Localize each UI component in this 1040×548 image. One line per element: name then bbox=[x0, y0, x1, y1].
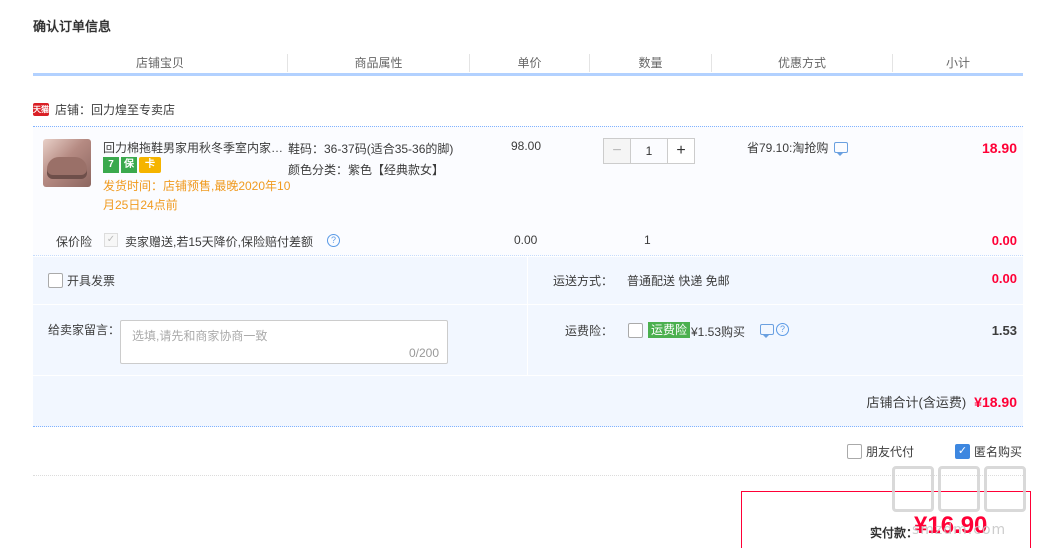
shop-name[interactable]: 店铺：回力煌至专卖店 bbox=[55, 101, 175, 118]
invoice-label: 开具发票 bbox=[67, 274, 116, 288]
help-icon[interactable]: ? bbox=[327, 234, 340, 247]
invoice-option[interactable]: 开具发票 bbox=[48, 272, 115, 289]
order-item-block: 回力棉拖鞋男家用秋冬季室内家… 7 保 卡 发货时间：店铺预售,最晚2020年1… bbox=[33, 126, 1023, 256]
promo-info: 省79.10:淘抢购 bbox=[747, 139, 849, 156]
freight-insurance-fee: 1.53 bbox=[991, 323, 1017, 338]
shop-total: 店铺合计(含运费) ¥18.90 bbox=[867, 392, 1018, 411]
order-extras-block: 开具发票 运送方式： 普通配送 快递 免邮 0.00 给卖家留言： 选填,请先和… bbox=[33, 257, 1023, 427]
ship-time-notice: 发货时间：店铺预售,最晚2020年10月25日24点前 bbox=[103, 179, 291, 212]
unit-price: 98.00 bbox=[511, 139, 542, 153]
watermark-text: smzdm.com bbox=[912, 522, 1007, 538]
insurance-desc: 卖家赠送,若15天降价,保险赔付差额 bbox=[125, 235, 314, 249]
insurance-price: 0.00 bbox=[514, 233, 538, 247]
quantity-plus-button[interactable]: + bbox=[667, 138, 695, 164]
freight-insurance-tag: 运费险 bbox=[648, 322, 691, 338]
seller-message-textarea[interactable]: 选填,请先和商家协商一致 0/200 bbox=[120, 320, 448, 364]
friend-pay-option[interactable]: 朋友代付 bbox=[847, 443, 914, 460]
message-placeholder: 选填,请先和商家协商一致 bbox=[132, 329, 268, 343]
payment-options: 朋友代付 ✓ 匿名购买 bbox=[33, 441, 1023, 476]
column-discount: 优惠方式 bbox=[712, 54, 893, 72]
promo-text: 省79.10:淘抢购 bbox=[747, 141, 829, 155]
shipping-label: 运送方式： bbox=[553, 274, 614, 288]
chat-icon[interactable] bbox=[834, 142, 849, 156]
page-title: 确认订单信息 bbox=[33, 19, 112, 34]
anonymous-label: 匿名购买 bbox=[974, 445, 1023, 459]
tmall-icon: 天猫 bbox=[33, 102, 49, 116]
quantity-minus-button[interactable]: − bbox=[603, 138, 631, 164]
shipping-fee: 0.00 bbox=[991, 271, 1017, 286]
product-attributes: 鞋码：36-37码(适合35-36的脚) 颜色分类：紫色【经典款女】 bbox=[288, 139, 453, 181]
insurance-checkbox[interactable]: ✓ bbox=[104, 233, 118, 247]
anonymous-purchase-option[interactable]: ✓ 匿名购买 bbox=[955, 443, 1022, 460]
product-name-link[interactable]: 回力棉拖鞋男家用秋冬季室内家… bbox=[103, 139, 285, 156]
product-thumbnail[interactable] bbox=[43, 139, 91, 187]
freight-insurance-price: ¥1.53购买 bbox=[691, 325, 746, 339]
insurance-label: 保价险 bbox=[56, 235, 93, 249]
message-label: 给卖家留言： bbox=[48, 323, 121, 337]
column-subtotal: 小计 bbox=[945, 56, 970, 70]
column-quantity: 数量 bbox=[590, 54, 712, 72]
insurance-row: 保价险 ✓ 卖家赠送,若15天降价,保险赔付差额 ? 0.00 1 0.00 bbox=[33, 233, 1023, 249]
message-char-count: 0/200 bbox=[408, 346, 439, 360]
column-unit-price: 单价 bbox=[470, 54, 590, 72]
freight-icons: ? bbox=[760, 323, 789, 338]
credit-card-icon[interactable]: 卡 bbox=[139, 157, 161, 173]
guarantee-icon[interactable]: 保 bbox=[121, 157, 137, 173]
product-badges: 7 保 卡 bbox=[103, 157, 161, 173]
quantity-input[interactable]: 1 bbox=[631, 138, 667, 164]
help-icon[interactable]: ? bbox=[776, 323, 789, 336]
watermark: smzdm.com bbox=[890, 466, 1030, 546]
shipping-method: 普通配送 快递 免邮 bbox=[627, 274, 730, 288]
seven-day-return-icon[interactable]: 7 bbox=[103, 157, 119, 173]
chat-icon[interactable] bbox=[760, 324, 774, 338]
quantity-stepper: − 1 + bbox=[603, 138, 695, 164]
friend-pay-label: 朋友代付 bbox=[866, 445, 915, 459]
friend-pay-checkbox[interactable] bbox=[847, 444, 862, 459]
shop-total-amount: ¥18.90 bbox=[974, 393, 1017, 410]
column-header: 店铺宝贝 商品属性 单价 数量 优惠方式 小计 bbox=[33, 54, 1023, 76]
shop-line: 天猫 店铺：回力煌至专卖店 bbox=[33, 100, 175, 118]
insurance-qty: 1 bbox=[644, 233, 651, 247]
freight-insurance-label: 运费险： bbox=[565, 324, 614, 338]
freight-insurance-checkbox[interactable] bbox=[628, 323, 643, 338]
shop-total-label: 店铺合计(含运费) bbox=[866, 395, 967, 410]
anonymous-checkbox[interactable]: ✓ bbox=[955, 444, 970, 459]
item-subtotal: 18.90 bbox=[981, 140, 1017, 156]
invoice-checkbox[interactable] bbox=[48, 273, 63, 288]
insurance-subtotal: 0.00 bbox=[991, 233, 1017, 248]
column-attributes: 商品属性 bbox=[288, 54, 470, 72]
attr-color: 颜色分类：紫色【经典款女】 bbox=[288, 163, 445, 177]
column-shop-item: 店铺宝贝 bbox=[33, 54, 288, 72]
attr-size: 鞋码：36-37码(适合35-36的脚) bbox=[288, 142, 454, 156]
